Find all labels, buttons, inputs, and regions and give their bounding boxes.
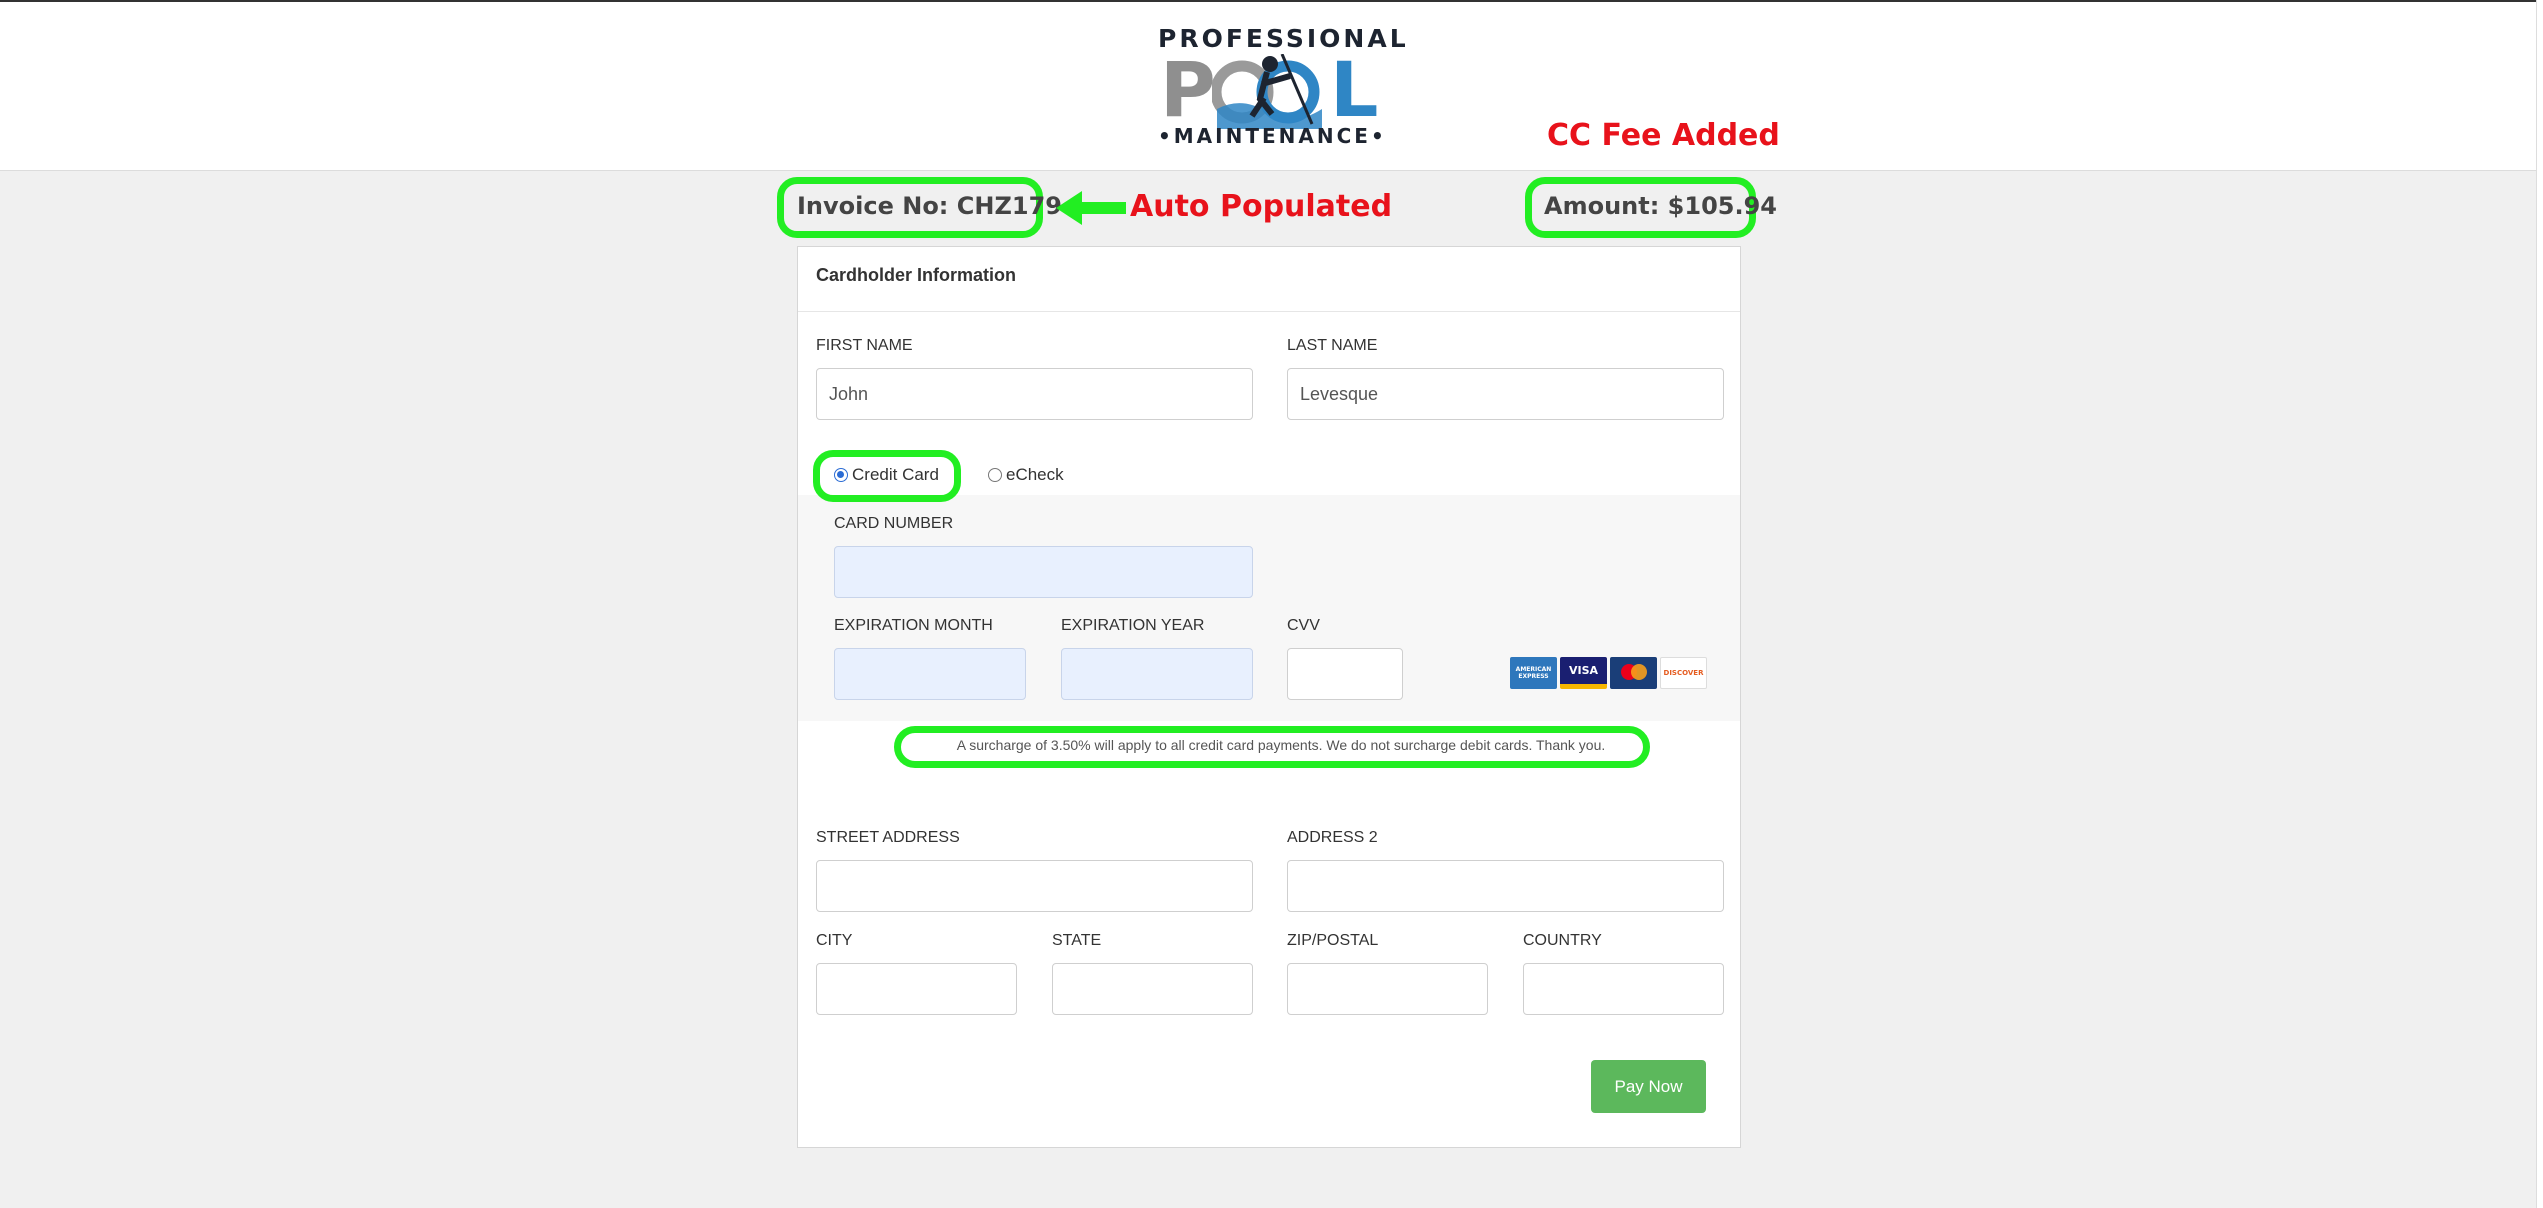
exp-month-field[interactable] xyxy=(834,648,1026,700)
logo-bottom-text: •MAINTENANCE• xyxy=(1158,124,1387,148)
section-title: Cardholder Information xyxy=(816,265,1017,285)
invoice-number: Invoice No: CHZ179 xyxy=(797,192,1062,220)
address2-label: ADDRESS 2 xyxy=(1287,829,1378,846)
scrollbar[interactable] xyxy=(2536,0,2543,1208)
swimmer-graphic xyxy=(1212,54,1322,129)
exp-year-label: EXPIRATION YEAR xyxy=(1061,617,1205,634)
arrow-left-icon xyxy=(1056,191,1126,225)
state-field[interactable] xyxy=(1052,963,1253,1015)
street-label: STREET ADDRESS xyxy=(816,829,960,846)
amex-icon: AMERICAN EXPRESS xyxy=(1510,657,1557,689)
echeck-label: eCheck xyxy=(1006,465,1064,484)
address2-field[interactable] xyxy=(1287,860,1724,912)
discover-icon: DISCOVER xyxy=(1660,657,1707,689)
mastercard-icon xyxy=(1610,657,1657,689)
surcharge-highlight xyxy=(894,726,1650,768)
pay-now-button[interactable]: Pay Now xyxy=(1591,1060,1706,1113)
auto-populated-note: Auto Populated xyxy=(1130,189,1393,224)
page-header: PROFESSIONAL P L •MAINTENANCE• xyxy=(0,0,2537,171)
cvv-label: CVV xyxy=(1287,617,1320,634)
cvv-field[interactable] xyxy=(1287,648,1403,700)
last-name-field[interactable] xyxy=(1287,368,1724,420)
first-name-field[interactable] xyxy=(816,368,1253,420)
street-address-field[interactable] xyxy=(816,860,1253,912)
credit-card-highlight xyxy=(813,450,961,502)
company-logo: PROFESSIONAL P L •MAINTENANCE• xyxy=(1158,24,1406,149)
card-number-label: CARD NUMBER xyxy=(834,515,954,532)
echeck-radio[interactable]: eCheck xyxy=(988,465,1064,485)
country-field[interactable] xyxy=(1523,963,1724,1015)
country-label: COUNTRY xyxy=(1523,932,1602,949)
last-name-label: LAST NAME xyxy=(1287,337,1378,354)
exp-month-label: EXPIRATION MONTH xyxy=(834,617,993,634)
zip-label: ZIP/POSTAL xyxy=(1287,932,1379,949)
accepted-cards: AMERICAN EXPRESS VISA DISCOVER xyxy=(1510,657,1707,689)
cc-fee-note: CC Fee Added xyxy=(1547,118,1780,153)
city-label: CITY xyxy=(816,932,853,949)
amount-due: Amount: $105.94 xyxy=(1544,192,1777,220)
payment-form: Cardholder Information FIRST NAME LAST N… xyxy=(797,246,1741,1148)
visa-icon: VISA xyxy=(1560,657,1607,689)
zip-field[interactable] xyxy=(1287,963,1488,1015)
city-field[interactable] xyxy=(816,963,1017,1015)
first-name-label: FIRST NAME xyxy=(816,337,913,354)
state-label: STATE xyxy=(1052,932,1102,949)
card-number-field[interactable] xyxy=(834,546,1253,598)
logo-pool-mark: P L xyxy=(1160,45,1379,134)
exp-year-field[interactable] xyxy=(1061,648,1253,700)
radio-unselected-icon[interactable] xyxy=(988,468,1002,482)
form-header: Cardholder Information xyxy=(798,247,1740,312)
